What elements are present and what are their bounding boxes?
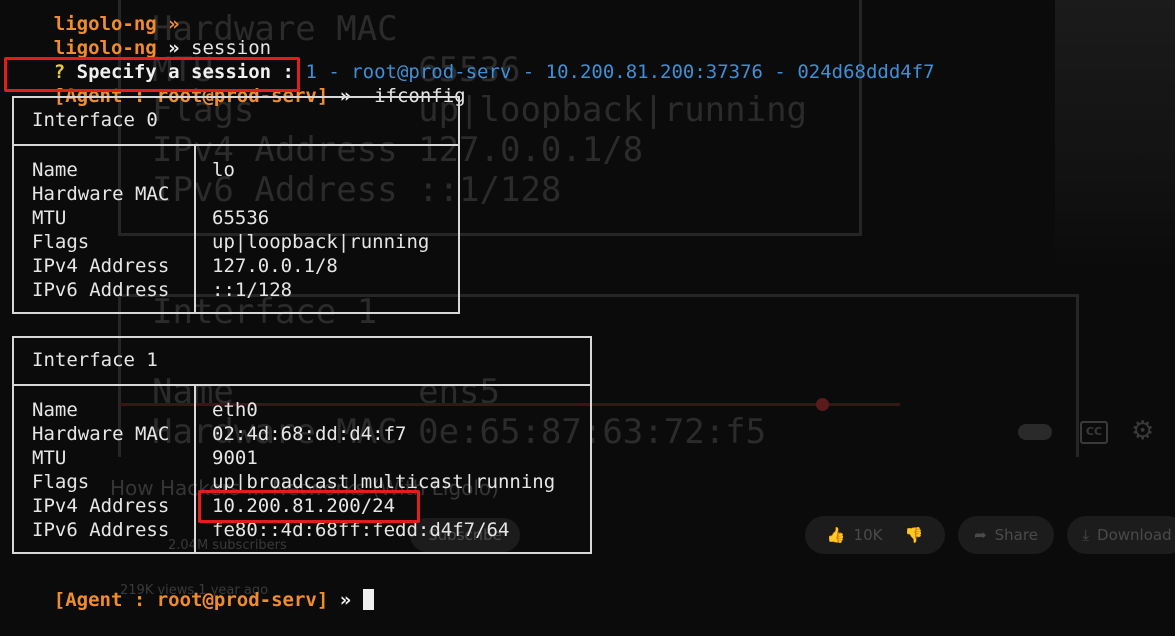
row-value: up|loopback|running (212, 231, 430, 253)
row-key: MTU (32, 447, 67, 469)
table-row: Hardware MAC (32, 182, 458, 206)
agent-prompt: [Agent : root@prod-serv] (53, 589, 329, 611)
terminal-line-final-prompt: [Agent : root@prod-serv] » (8, 564, 374, 611)
row-value: ::1/128 (212, 279, 293, 301)
row-key: IPv4 Address (32, 255, 170, 277)
terminal-line-0: ligolo-ng » (8, 0, 180, 35)
table-row: MTU 65536 (32, 206, 458, 230)
interface-0-title: Interface 0 (32, 109, 158, 131)
row-value: 9001 (212, 447, 258, 469)
row-key: Flags (32, 471, 90, 493)
table-row: Name lo (32, 158, 458, 182)
table-row: Flags up|loopback|running (32, 230, 458, 254)
table-row: Hardware MAC 02:4d:68:dd:d4:f7 (32, 422, 590, 446)
terminal-line-session-cmd: ligolo-ng » session (8, 12, 271, 59)
interface-1-header: Interface 1 (14, 338, 590, 386)
interface-0-table: Interface 0 Name lo Hardware MAC MTU 65536… (12, 96, 460, 314)
row-value: 65536 (212, 207, 270, 229)
row-key: Name (32, 159, 78, 181)
row-value: eth0 (212, 399, 258, 421)
row-key: Hardware MAC (32, 423, 170, 445)
interface-1-title: Interface 1 (32, 349, 158, 371)
row-key: Name (32, 399, 78, 421)
row-key: Flags (32, 231, 90, 253)
row-key: IPv6 Address (32, 519, 170, 541)
row-key: IPv6 Address (32, 279, 170, 301)
row-key: Hardware MAC (32, 183, 170, 205)
row-value: 02:4d:68:dd:d4:f7 (212, 423, 407, 445)
interface-0-header: Interface 0 (14, 98, 458, 146)
ipv4-address-highlight (198, 490, 420, 523)
row-key: IPv4 Address (32, 495, 170, 517)
table-row: Name eth0 (32, 398, 590, 422)
row-key: MTU (32, 207, 67, 229)
table-row: IPv4 Address 127.0.0.1/8 (32, 254, 458, 278)
table-row: IPv6 Address::1/128 (32, 278, 458, 302)
table-row: MTU 9001 (32, 446, 590, 470)
prompt-arrow: » (328, 589, 363, 611)
row-value: lo (212, 159, 235, 181)
row-value: 127.0.0.1/8 (212, 255, 338, 277)
agent-prompt-highlight (4, 57, 300, 92)
terminal-cursor[interactable] (362, 589, 374, 610)
terminal[interactable]: ligolo-ng » ligolo-ng » session ? Specif… (0, 0, 1175, 611)
